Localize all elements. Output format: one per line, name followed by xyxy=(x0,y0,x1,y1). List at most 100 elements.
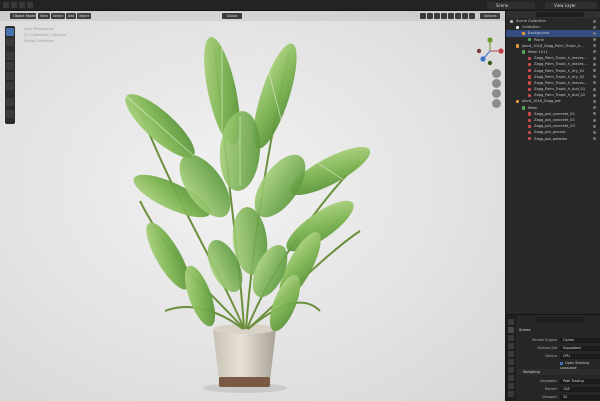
annotate-icon[interactable] xyxy=(6,98,14,106)
overlay-toggle-icon[interactable] xyxy=(434,13,440,19)
menu-icon[interactable] xyxy=(19,2,25,8)
outliner-item-icon xyxy=(522,106,526,110)
scene-tab-icon[interactable] xyxy=(508,351,514,357)
render-tab-icon[interactable] xyxy=(508,327,514,333)
menu-view[interactable]: View xyxy=(38,13,50,19)
checkbox-icon xyxy=(560,361,563,365)
visibility-eye-icon[interactable] xyxy=(593,124,596,128)
measure-icon[interactable] xyxy=(6,110,14,118)
outliner-item-icon xyxy=(528,38,532,42)
visibility-eye-icon[interactable] xyxy=(593,38,596,42)
render-engine-dropdown[interactable]: Cycles xyxy=(560,337,600,343)
outliner-item-icon xyxy=(522,50,526,54)
orientation-label: Global xyxy=(226,14,238,18)
neg-y-axis-icon xyxy=(487,60,493,66)
options-label: Options xyxy=(483,14,497,18)
viewport-samples-label: Viewport xyxy=(542,395,557,399)
material-shading-icon[interactable] xyxy=(462,13,468,19)
viewport-samples-field[interactable]: 32 xyxy=(560,394,600,400)
device-row: Device CPU xyxy=(517,353,600,359)
3d-viewport[interactable]: Object Mode View Select Add Object Globa… xyxy=(0,11,505,401)
outliner-row[interactable]: Zagg_pot_pebbles xyxy=(506,136,600,142)
gizmo-toggle-icon[interactable] xyxy=(427,13,433,19)
texture-tab-icon[interactable] xyxy=(508,391,514,397)
outliner-item-icon xyxy=(516,44,520,48)
visibility-eye-icon[interactable] xyxy=(593,56,596,60)
rotate-icon[interactable] xyxy=(6,62,14,70)
menu-select[interactable]: Select xyxy=(51,13,65,19)
scene-selector[interactable]: Scene xyxy=(487,2,535,9)
visibility-eye-icon[interactable] xyxy=(593,118,596,122)
outliner-item-icon xyxy=(528,118,532,122)
view-layer-tab-icon[interactable] xyxy=(508,343,514,349)
xray-icon[interactable] xyxy=(441,13,447,19)
transform-icon[interactable] xyxy=(6,82,14,90)
device-dropdown[interactable]: CPU xyxy=(560,353,600,359)
visibility-eye-icon[interactable] xyxy=(593,75,596,79)
outliner-item-icon xyxy=(516,25,520,30)
visibility-eye-icon[interactable] xyxy=(593,112,596,116)
cursor-icon[interactable] xyxy=(6,38,14,46)
z-axis-icon xyxy=(480,56,486,62)
integrator-row: Integrator Path Tracing xyxy=(517,378,600,384)
move-icon[interactable] xyxy=(6,52,14,60)
visibility-eye-icon[interactable] xyxy=(593,130,596,134)
visibility-eye-icon[interactable] xyxy=(593,106,596,110)
sampling-panel-header[interactable]: Sampling xyxy=(517,369,600,375)
visibility-eye-icon[interactable] xyxy=(593,137,596,141)
visibility-eye-icon[interactable] xyxy=(593,62,596,66)
transform-orientation[interactable]: Global xyxy=(222,13,242,19)
blender-logo-icon[interactable] xyxy=(3,2,9,8)
outliner-item-icon xyxy=(528,81,532,85)
visibility-eye-icon[interactable] xyxy=(593,19,596,23)
visibility-eye-icon[interactable] xyxy=(593,87,596,91)
visibility-eye-icon[interactable] xyxy=(593,93,596,97)
rendered-shading-icon[interactable] xyxy=(469,13,475,19)
visibility-icon[interactable] xyxy=(420,13,426,19)
neg-x-axis-icon xyxy=(476,48,482,54)
object-tab-icon[interactable] xyxy=(508,367,514,373)
properties-search-input[interactable] xyxy=(536,317,584,322)
tool-tab-icon[interactable] xyxy=(508,319,514,325)
visibility-eye-icon[interactable] xyxy=(593,69,596,72)
scene-name: Scene xyxy=(496,3,509,8)
zoom-icon[interactable] xyxy=(492,69,501,78)
outliner-item-icon xyxy=(528,130,532,135)
view-layer-selector[interactable]: View Layer xyxy=(545,2,597,9)
pan-icon[interactable] xyxy=(492,79,501,88)
camera-view-icon[interactable] xyxy=(492,89,501,98)
x-axis-icon xyxy=(498,48,504,54)
integrator-dropdown[interactable]: Path Tracing xyxy=(560,378,600,384)
editor-type-icon[interactable] xyxy=(11,2,17,8)
visibility-eye-icon[interactable] xyxy=(593,25,596,29)
solid-shading-icon[interactable] xyxy=(455,13,461,19)
material-tab-icon[interactable] xyxy=(508,383,514,389)
view-layer-name: View Layer xyxy=(554,3,576,8)
world-tab-icon[interactable] xyxy=(508,359,514,365)
y-axis-icon xyxy=(487,37,493,43)
outliner-search-input[interactable] xyxy=(536,12,584,17)
visibility-eye-icon[interactable] xyxy=(593,99,596,103)
select-box-icon[interactable] xyxy=(6,28,14,36)
perspective-toggle-icon[interactable] xyxy=(492,99,501,108)
workspace-icon[interactable] xyxy=(27,2,33,8)
properties-tabs xyxy=(506,315,516,401)
properties-section-title: Scene xyxy=(519,327,531,332)
feature-set-dropdown[interactable]: Supported xyxy=(560,345,600,351)
visibility-eye-icon[interactable] xyxy=(593,81,596,85)
render-samples-field[interactable]: 128 xyxy=(560,386,600,392)
visibility-eye-icon[interactable] xyxy=(593,31,596,35)
output-tab-icon[interactable] xyxy=(508,335,514,341)
menu-add[interactable]: Add xyxy=(66,13,76,19)
integrator-label: Integrator xyxy=(540,379,557,383)
scale-icon[interactable] xyxy=(6,72,14,80)
modifier-tab-icon[interactable] xyxy=(508,375,514,381)
outliner-panel: Scene Collection Collection Background Plan… xyxy=(505,11,600,324)
options-button[interactable]: Options xyxy=(480,13,500,19)
mode-selector[interactable]: Object Mode xyxy=(10,13,36,19)
menu-object[interactable]: Object xyxy=(77,13,91,19)
visibility-eye-icon[interactable] xyxy=(593,44,596,48)
plant-render xyxy=(125,37,371,393)
visibility-eye-icon[interactable] xyxy=(593,50,596,54)
wireframe-shading-icon[interactable] xyxy=(448,13,454,19)
